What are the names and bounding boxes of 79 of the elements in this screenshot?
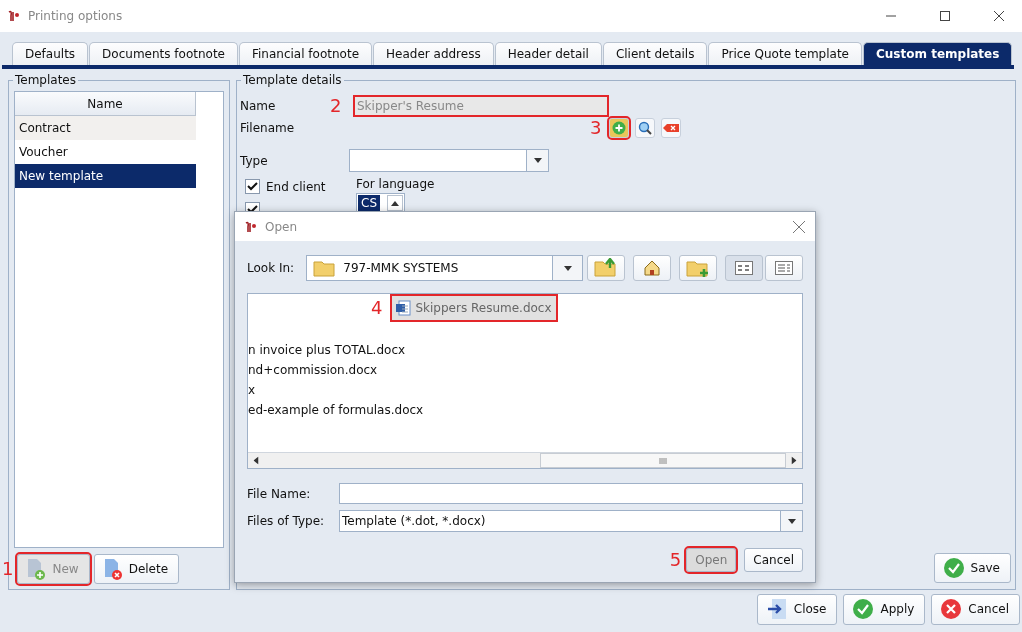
tab[interactable]: Header address [373,42,494,65]
caret-icon [791,456,797,465]
cancel-button[interactable]: Cancel [744,548,803,572]
tab[interactable]: Price Quote template [708,42,862,65]
file-item[interactable]: ed-example of formulas.docx [248,400,428,420]
file-name-field[interactable] [339,483,803,504]
caret-icon [391,200,399,206]
field-label: Files of Type: [247,514,326,528]
tab[interactable]: Custom templates [863,42,1013,65]
horizontal-scrollbar[interactable] [248,452,802,468]
file-item[interactable]: nd+commission.docx [248,360,382,380]
plus-icon [612,121,627,135]
search-button[interactable] [635,118,656,138]
folder-icon [313,258,338,278]
file-item[interactable]: x [248,380,260,400]
checkbox[interactable] [245,179,260,194]
house-icon [643,260,661,276]
callout-number: 1 [2,560,14,578]
callout-number: 5 [669,551,682,569]
table-row[interactable]: New template [15,164,196,188]
callout-number: 3 [590,119,602,137]
field-label: For language [356,177,435,191]
close-button[interactable]: Close [756,593,838,625]
caret-icon [533,158,542,163]
delete-document-icon [102,558,123,580]
scroll-up-button[interactable] [387,195,403,211]
file-type-dropdown[interactable]: Template (*.dot, *.docx) [339,510,803,532]
eraser-icon [663,123,680,133]
cancel-button[interactable]: Cancel [931,593,1020,625]
callout-number: 4 [371,299,383,317]
delete-button[interactable]: Delete [93,554,180,584]
window-title: Printing options [28,9,124,23]
table-row[interactable]: Contract [15,116,196,140]
grid-icon [735,261,753,275]
tab[interactable]: Defaults [12,42,89,65]
folder-up-icon [594,258,618,278]
details-list-icon [775,261,793,275]
clear-button[interactable] [661,118,682,138]
search-icon [638,121,653,135]
checkbox-label: End client [266,179,326,194]
field-label: Filename [240,121,296,135]
panel-title: Templates [13,73,78,87]
caret-icon [563,265,572,271]
panel-title: Template details [241,73,344,87]
apply-button[interactable]: Apply [843,593,926,625]
close-icon[interactable] [793,220,805,233]
field-label: Type [240,153,269,168]
logo-icon [8,10,20,22]
tab[interactable]: Financial footnote [239,42,372,65]
caret-icon [253,456,259,465]
new-folder-icon [686,258,710,278]
checkmark-icon [942,557,965,579]
field-label: Name [240,99,277,113]
scrollbar-thumb[interactable] [540,453,786,468]
file-item[interactable]: n invoice plus TOTAL.docx [248,340,410,360]
tab[interactable]: Header detail [494,42,602,65]
logo-icon [245,220,257,233]
new-folder-button[interactable] [679,255,717,281]
list-view-button[interactable] [725,255,763,281]
new-document-icon [26,558,47,580]
caret-icon [787,518,796,524]
checkmark-icon [852,598,875,620]
callout-number: 2 [330,97,343,115]
tab[interactable]: Documents footnote [89,42,238,65]
details-view-button[interactable] [765,255,803,281]
field-label: Look In: [247,261,296,275]
column-header[interactable]: Name [15,92,196,116]
word-document-icon [395,300,412,316]
field-label: File Name: [247,486,312,501]
file-item[interactable]: Skippers Resume.docx [392,296,556,320]
add-button[interactable] [609,118,630,138]
save-button[interactable]: Save [933,553,1011,583]
cross-icon [940,598,963,620]
arrow-door-icon [765,598,788,620]
tab[interactable]: Client details [602,42,708,65]
look-in-dropdown[interactable]: 797-MMK SYSTEMS [306,255,583,281]
home-button[interactable] [633,255,671,281]
up-folder-button[interactable] [587,255,625,281]
dialog-title: Open [265,219,299,234]
